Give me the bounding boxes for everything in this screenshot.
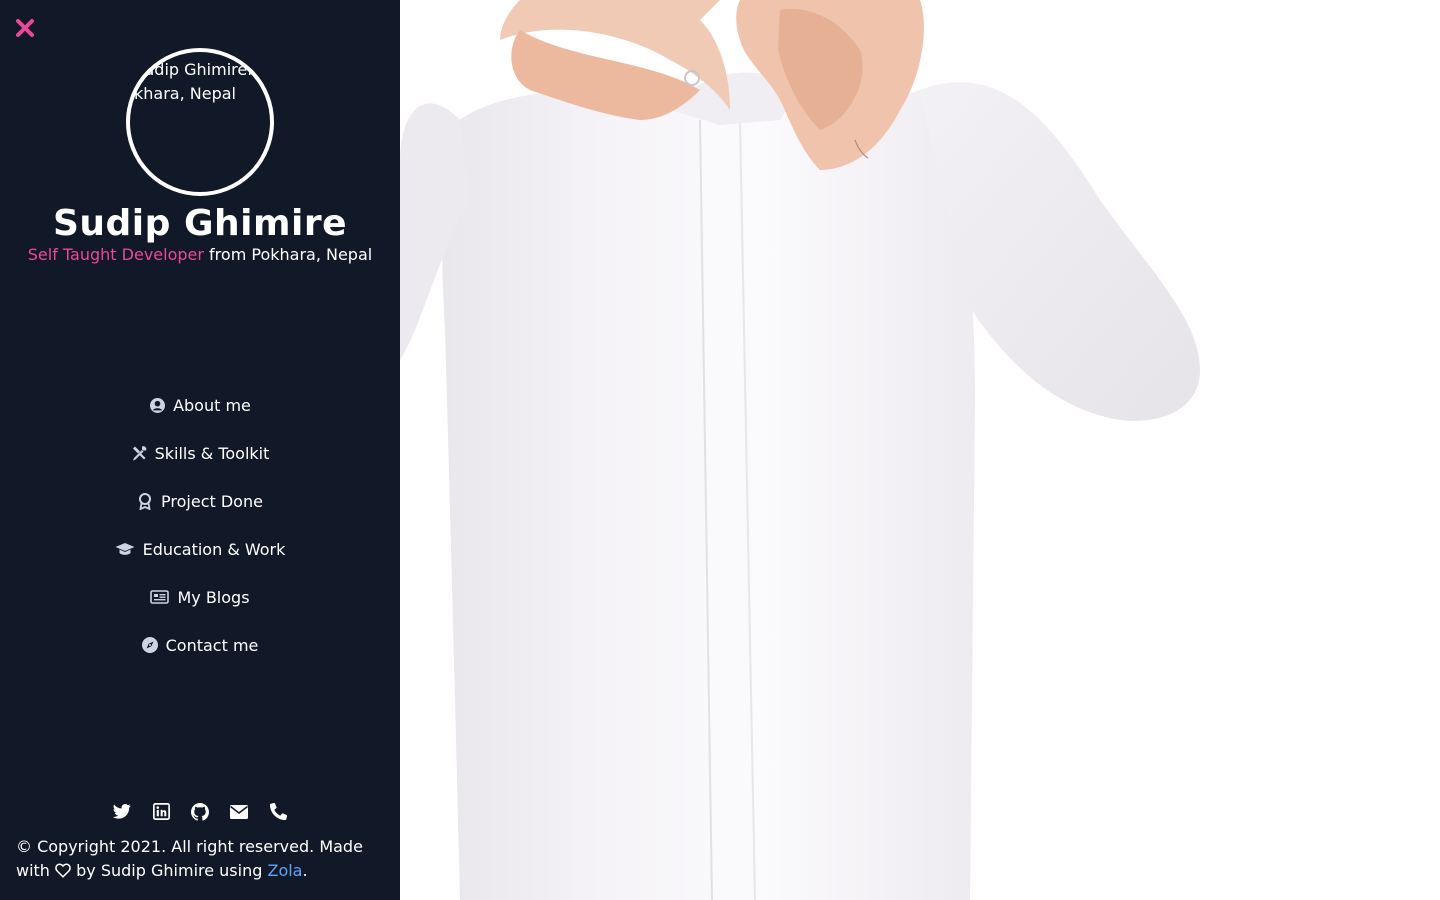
award-icon (137, 492, 153, 510)
social-links (0, 802, 400, 821)
nav-item-label: Contact me (165, 635, 259, 655)
heart-icon (55, 863, 71, 878)
tools-icon (131, 445, 147, 461)
nav-item-label: About me (173, 395, 251, 415)
close-icon (16, 19, 34, 37)
profile-name: Sudip Ghimire (52, 203, 347, 244)
zola-link[interactable]: Zola (267, 861, 302, 880)
hero-photo (400, 0, 1440, 900)
person-shirt-illustration (400, 0, 1200, 900)
nav-item-projects[interactable]: Project Done (0, 477, 400, 525)
nav-item-contact[interactable]: Contact me (0, 621, 400, 669)
newspaper-icon (150, 589, 170, 605)
nav-item-label: Skills & Toolkit (154, 443, 270, 463)
nav-item-label: Education & Work (142, 539, 286, 559)
phone-icon[interactable] (269, 802, 288, 821)
avatar: Sudip GhimirefromPokhara, Nepal (126, 48, 274, 196)
user-circle-icon (149, 397, 165, 413)
twitter-icon[interactable] (113, 802, 132, 821)
profile-role: Self Taught Developer (27, 245, 204, 264)
compass-icon (141, 637, 158, 653)
nav-item-label: My Blogs (177, 587, 250, 607)
nav-item-about[interactable]: About me (0, 381, 400, 429)
nav-item-blogs[interactable]: My Blogs (0, 573, 400, 621)
close-button[interactable] (12, 15, 38, 41)
footer-suffix: . (302, 861, 308, 880)
avatar-alt-text: Sudip GhimirefromPokhara, Nepal (134, 60, 270, 103)
profile-location: from Pokhara, Nepal (203, 245, 373, 264)
main-nav: About me Skills & Toolkit Project Done E… (0, 381, 400, 669)
profile-tagline: Self Taught Developer from Pokhara, Nepa… (0, 245, 400, 265)
linkedin-icon[interactable] (152, 802, 171, 821)
nav-item-label: Project Done (161, 491, 263, 511)
sidebar: Sudip GhimirefromPokhara, Nepal Sudip Gh… (0, 0, 400, 900)
nav-item-skills[interactable]: Skills & Toolkit (0, 429, 400, 477)
envelope-icon[interactable] (230, 802, 249, 821)
graduation-cap-icon (115, 541, 135, 557)
nav-item-education[interactable]: Education & Work (0, 525, 400, 573)
footer-copyright: © Copyright 2021. All right reserved. Ma… (16, 835, 386, 883)
github-icon[interactable] (191, 802, 210, 821)
footer-middle: by Sudip Ghimire using (76, 861, 263, 880)
